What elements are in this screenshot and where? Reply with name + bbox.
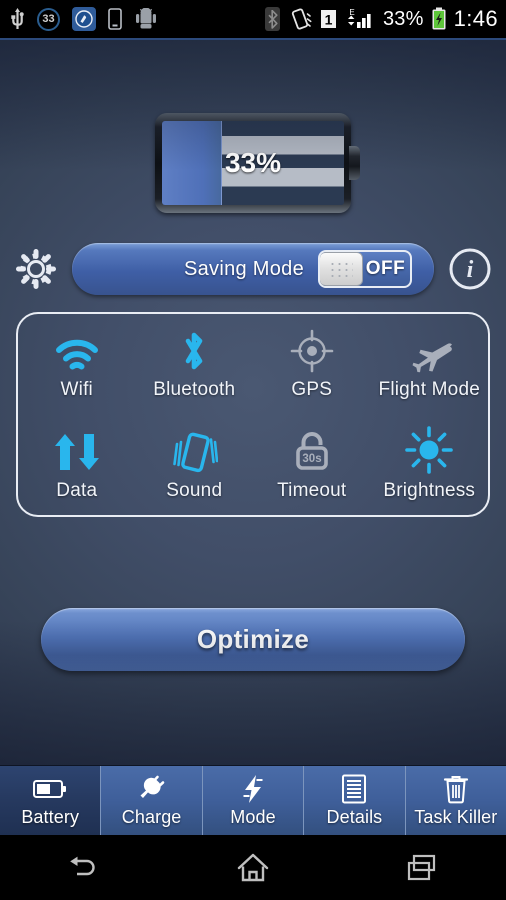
battery-gauge: 33% — [0, 110, 506, 215]
svg-text:30s: 30s — [302, 453, 321, 465]
svg-text:i: i — [467, 257, 474, 283]
sun-icon — [405, 425, 454, 474]
battery-terminal — [349, 145, 360, 180]
quick-toggles-panel: Wifi Bluetooth GPS Flight Mode Data Soun… — [16, 312, 490, 517]
optimize-button[interactable]: Optimize — [41, 608, 465, 671]
tab-details[interactable]: Details — [304, 766, 406, 835]
signal-bars-icon: E — [344, 7, 376, 31]
bluetooth-icon — [179, 327, 209, 373]
nav-back-button[interactable] — [0, 855, 169, 881]
tab-label: Battery — [21, 806, 80, 827]
switch-state-label: OFF — [365, 258, 406, 279]
home-icon — [237, 853, 269, 883]
airplane-icon — [404, 327, 454, 373]
battery-inner: 33% — [162, 120, 344, 205]
vibrate-icon — [287, 7, 313, 31]
gear-icon — [14, 247, 58, 291]
saving-mode-toggle-row[interactable]: Saving Mode OFF — [72, 243, 434, 295]
tab-label: Task Killer — [414, 806, 498, 827]
battery-icon — [33, 774, 67, 804]
document-icon — [341, 774, 367, 804]
battery-body: 33% — [155, 112, 360, 213]
edge-network-icon: E — [349, 8, 354, 17]
gps-icon — [290, 327, 334, 373]
info-button[interactable]: i — [434, 246, 506, 292]
usb-icon — [10, 7, 25, 31]
toggle-bluetooth[interactable]: Bluetooth — [136, 314, 254, 415]
saving-mode-label: Saving Mode — [183, 257, 305, 280]
tab-battery[interactable]: Battery — [0, 766, 102, 835]
sim1-signal-icon: 1 — [320, 8, 337, 30]
battery-charging-icon — [431, 7, 447, 31]
optimize-button-label: Optimize — [196, 624, 310, 654]
toggle-flight[interactable]: Flight Mode — [371, 314, 489, 415]
bottom-tab-bar: Battery Charge Mode Details Task Killer — [0, 765, 506, 835]
saving-mode-switch[interactable]: OFF — [318, 250, 412, 288]
nav-recent-apps-button[interactable] — [337, 854, 506, 882]
toggle-label: Timeout — [277, 479, 347, 501]
toggle-label: Flight Mode — [378, 379, 480, 401]
battery-percent-badge-icon: 33 — [37, 7, 60, 31]
nav-home-button[interactable] — [169, 853, 338, 883]
app-content: 33% Saving Mode OFF i Wifi Bluetooth GPS… — [0, 40, 506, 765]
device-screen: 33 1 E 33% 1:46 33% Saving Mode OFF i Wi… — [0, 0, 506, 900]
android-robot-icon — [134, 8, 158, 30]
status-battery-percent: 33% — [382, 7, 424, 30]
switch-knob[interactable] — [320, 252, 363, 286]
lock-icon: 30s — [290, 428, 334, 474]
toggle-brightness[interactable]: Brightness — [371, 415, 489, 516]
toggle-label: Data — [56, 479, 98, 501]
tab-mode[interactable]: Mode — [202, 766, 305, 835]
plug-icon — [137, 774, 167, 804]
back-arrow-icon — [67, 855, 101, 881]
toggle-label: GPS — [291, 379, 333, 401]
tab-charge[interactable]: Charge — [101, 766, 203, 835]
saving-mode-row: Saving Mode OFF i — [0, 238, 506, 300]
data-arrows-icon — [52, 428, 102, 474]
cleaner-app-icon — [72, 7, 96, 31]
toggle-label: Brightness — [383, 479, 476, 501]
toggle-label: Bluetooth — [153, 379, 236, 401]
status-bar-left-icons: 33 — [10, 0, 158, 38]
toggle-sound[interactable]: Sound — [136, 415, 254, 516]
status-bar-right-icons: 1 E 33% 1:46 — [264, 0, 498, 38]
android-nav-bar — [0, 835, 506, 900]
status-bar: 33 1 E 33% 1:46 — [0, 0, 506, 38]
tab-task_killer[interactable]: Task Killer — [405, 766, 506, 835]
lightning-icon — [241, 774, 265, 804]
trash-icon — [443, 774, 469, 804]
toggle-wifi[interactable]: Wifi — [18, 314, 136, 415]
bluetooth-icon — [264, 7, 280, 31]
recent-apps-icon — [406, 854, 438, 882]
toggle-data[interactable]: Data — [18, 415, 136, 516]
tab-label: Mode — [230, 806, 276, 827]
battery-percent-label: 33% — [224, 146, 282, 178]
tab-label: Details — [326, 806, 383, 827]
wifi-icon — [54, 327, 100, 373]
toggle-gps[interactable]: GPS — [253, 314, 371, 415]
svg-text:1: 1 — [325, 12, 333, 28]
toggle-timeout[interactable]: 30s Timeout — [253, 415, 371, 516]
toggle-label: Sound — [166, 479, 223, 501]
info-icon: i — [447, 246, 493, 292]
sim-card-icon — [108, 8, 122, 30]
vibrate-icon — [170, 428, 219, 474]
toggle-label: Wifi — [60, 379, 93, 401]
tab-label: Charge — [121, 806, 182, 827]
status-clock: 1:46 — [453, 6, 498, 31]
settings-button[interactable] — [0, 247, 72, 291]
